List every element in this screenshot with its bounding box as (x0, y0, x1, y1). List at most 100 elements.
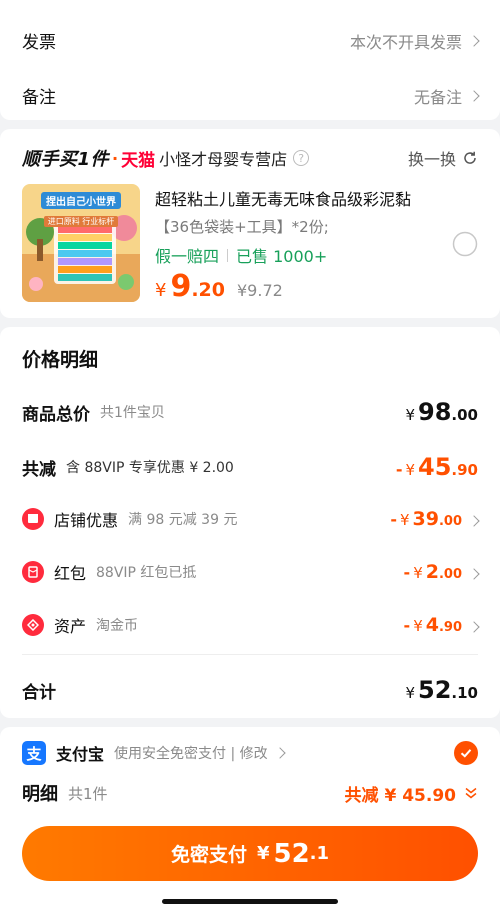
minus-sign: - (395, 460, 403, 479)
detail-reduce[interactable]: 共减 ¥ 45.90 (345, 781, 478, 806)
remark-label: 备注 (22, 88, 56, 108)
product-spec[interactable]: 【36色袋装+工具】*2份; (155, 216, 329, 237)
payment-method-row[interactable]: 支 支付宝 使用安全免密支付 | 修改 (22, 740, 478, 766)
swap-button[interactable]: 换一换 (408, 146, 478, 170)
total-reduce-row: 共减 含 88VIP 专享优惠 ¥ 2.00 - ¥ 45 .90 (22, 452, 478, 482)
shop-discount-row[interactable]: 店铺优惠 满 98 元减 39 元 - ¥ 39 .00 (22, 505, 480, 533)
amount-decimal: .90 (451, 461, 478, 479)
invoice-value-text: 本次不开具发票 (349, 32, 462, 52)
amount-decimal: .00 (438, 567, 462, 582)
order-options-card: 发票 本次不开具发票 备注 无备注 (0, 0, 500, 120)
price-detail-card: 价格明细 商品总价 共1件宝贝 ¥ 98 .00 共减 含 88VIP 专享优惠… (0, 327, 500, 718)
chevron-right-icon (468, 568, 480, 580)
add-one-brand: 顺手买1件 (22, 149, 110, 170)
amount-integer: 39 (412, 508, 439, 530)
price-integer: 9 (170, 269, 192, 304)
amount-integer: 52 (418, 676, 452, 704)
remark-row[interactable]: 备注 无备注 (22, 83, 480, 108)
invoice-row[interactable]: 发票 本次不开具发票 (22, 28, 480, 53)
shop-discount-label: 店铺优惠 (54, 511, 119, 530)
detail-count: 共1件 (68, 784, 108, 803)
grand-total-label: 合计 (22, 682, 56, 703)
red-packet-label: 红包 (54, 564, 87, 583)
tmall-logo: 天猫 (121, 150, 156, 171)
total-reduce-amount: - ¥ 45 .90 (396, 453, 478, 481)
pay-button-currency: ¥ (256, 843, 270, 864)
currency: ¥ (405, 684, 416, 702)
amount-decimal: .90 (438, 620, 462, 635)
assets-label: 资产 (54, 617, 87, 636)
double-chevron-down-icon (465, 787, 477, 799)
invoice-value[interactable]: 本次不开具发票 (349, 29, 480, 53)
assets-note: 淘金币 (96, 618, 139, 634)
chevron-right-icon (468, 515, 480, 527)
check-icon[interactable] (454, 741, 478, 765)
thumb-headline: 捏出自己小世界 (41, 192, 121, 209)
product-tags: 假一赔四 已售 1000+ (155, 243, 327, 267)
assets-icon (22, 614, 44, 636)
grand-total-row: 合计 ¥ 52 .10 (22, 675, 478, 705)
question-icon[interactable]: ? (293, 150, 310, 166)
remark-value-text: 无备注 (413, 87, 462, 107)
assets-amount: - ¥ 4 .90 (403, 614, 480, 636)
chevron-right-icon (273, 747, 286, 759)
sales-tag: 已售 1000+ (236, 247, 328, 266)
product-thumbnail[interactable]: 捏出自己小世界 进口原料 行业标杆 (22, 184, 140, 302)
red-packet-amount: - ¥ 2 .00 (403, 561, 480, 583)
alipay-icon: 支 (22, 741, 46, 765)
amount-decimal: .10 (451, 684, 478, 702)
price-decimal: .20 (191, 279, 225, 301)
red-packet-icon (22, 561, 44, 583)
red-packet-row[interactable]: 红包 88VIP 红包已抵 - ¥ 2 .00 (22, 558, 480, 586)
goods-total-label: 商品总价 (22, 404, 90, 425)
refresh-icon (464, 151, 476, 164)
payment-method-desc[interactable]: 使用安全免密支付 | 修改 (114, 743, 286, 763)
product-price: ¥ 9 .20 ¥9.72 (155, 269, 283, 304)
shop-discount-rule: 满 98 元减 39 元 (128, 512, 238, 528)
amount-integer: 4 (425, 614, 439, 636)
price-currency: ¥ (155, 280, 167, 301)
pay-button[interactable]: 免密支付 ¥ 52 .1 (22, 826, 478, 881)
remark-value[interactable]: 无备注 (413, 84, 480, 108)
guarantee-tag: 假一赔四 (155, 247, 220, 266)
thumb-subline: 进口原料 行业标杆 (43, 216, 119, 227)
amount-decimal: .00 (451, 406, 478, 424)
pay-button-decimal: .1 (309, 843, 330, 864)
pay-button-label: 免密支付 (170, 844, 247, 866)
recommendation-header: 顺手买1件 · 天猫 小怪才母婴专营店 ? 换一换 (22, 146, 478, 171)
minus-sign: - (403, 616, 411, 635)
goods-count: 共1件宝贝 (100, 405, 165, 421)
currency: ¥ (399, 511, 410, 529)
separator-dot: · (112, 148, 119, 168)
price-detail-title: 价格明细 (22, 349, 99, 371)
shop-discount-amount: - ¥ 39 .00 (390, 508, 480, 530)
chevron-right-icon (468, 621, 480, 633)
payment-bar: 支 支付宝 使用安全免密支付 | 修改 明细 共1件 共减 ¥ 45.90 免密… (0, 727, 500, 913)
home-indicator (162, 899, 338, 904)
radio-icon[interactable] (452, 231, 478, 257)
minus-sign: - (403, 563, 411, 582)
goods-total-row: 商品总价 共1件宝贝 ¥ 98 .00 (22, 397, 478, 427)
payment-method-desc-text: 使用安全免密支付 | 修改 (114, 746, 268, 762)
invoice-label: 发票 (22, 33, 56, 53)
vip-discount-note: 含 88VIP 专享优惠 ¥ 2.00 (66, 460, 234, 476)
chevron-right-icon (468, 89, 480, 102)
amount-decimal: .00 (438, 514, 462, 529)
tag-divider (227, 248, 229, 262)
goods-total-amount: ¥ 98 .00 (405, 398, 478, 426)
add-on-recommendation-card: 顺手买1件 · 天猫 小怪才母婴专营店 ? 换一换 捏出自己小世界 进口原料 行… (0, 129, 500, 318)
total-reduce-label: 共减 (22, 459, 56, 480)
swap-label: 换一换 (407, 150, 456, 169)
chevron-right-icon (468, 34, 480, 47)
product-title[interactable]: 超轻粘土儿童无毒无味食品级彩泥黏 (155, 189, 440, 211)
currency: ¥ (405, 461, 416, 479)
red-packet-note: 88VIP 红包已抵 (96, 565, 197, 581)
assets-row[interactable]: 资产 淘金币 - ¥ 4 .90 (22, 611, 480, 639)
amount-integer: 98 (418, 398, 452, 426)
detail-row[interactable]: 明细 共1件 共减 ¥ 45.90 (22, 779, 478, 807)
amount-integer: 45 (418, 453, 452, 481)
payment-method-name: 支付宝 (56, 745, 105, 764)
detail-reduce-text: 共减 ¥ 45.90 (344, 785, 456, 806)
shop-name[interactable]: 小怪才母婴专营店 (159, 146, 287, 170)
currency: ¥ (413, 617, 423, 635)
